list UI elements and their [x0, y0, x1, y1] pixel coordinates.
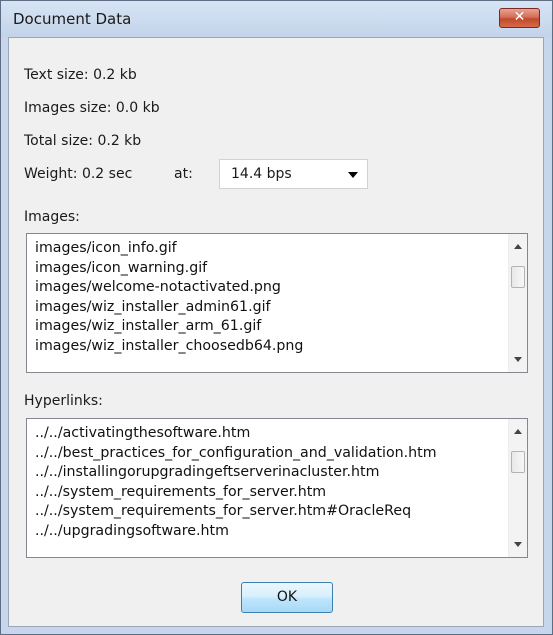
- images-scrollbar[interactable]: [508, 234, 527, 372]
- close-button[interactable]: ✕: [499, 8, 540, 28]
- speed-select[interactable]: 14.4 bps: [219, 159, 368, 189]
- scroll-thumb[interactable]: [511, 451, 525, 473]
- close-icon: ✕: [513, 9, 526, 25]
- hyperlinks-scrollbar[interactable]: [508, 419, 527, 557]
- at-label: at:: [174, 166, 193, 182]
- dialog-title: Document Data: [13, 10, 132, 28]
- text-size-label: Text size: 0.2 kb: [24, 67, 137, 83]
- images-list[interactable]: images/icon_info.gif images/icon_warning…: [26, 233, 528, 373]
- list-item[interactable]: ../../best_practices_for_configuration_a…: [35, 444, 502, 464]
- list-item[interactable]: ../../system_requirements_for_server.htm…: [35, 502, 502, 522]
- images-label: Images:: [24, 209, 80, 225]
- scroll-down-icon[interactable]: [514, 357, 522, 362]
- list-item[interactable]: ../../installingorupgradingeftserverinac…: [35, 463, 502, 483]
- chevron-down-icon[interactable]: [348, 172, 358, 178]
- list-item[interactable]: images/wiz_installer_choosedb64.png: [35, 337, 502, 357]
- dialog-content: Text size: 0.2 kb Images size: 0.0 kb To…: [8, 37, 544, 627]
- scroll-down-icon[interactable]: [514, 542, 522, 547]
- list-item[interactable]: images/icon_warning.gif: [35, 259, 502, 279]
- images-size-label: Images size: 0.0 kb: [24, 100, 160, 116]
- total-size-label: Total size: 0.2 kb: [24, 133, 142, 149]
- list-item[interactable]: images/icon_info.gif: [35, 239, 502, 259]
- weight-label: Weight: 0.2 sec: [24, 166, 133, 182]
- list-item[interactable]: ../../system_requirements_for_server.htm: [35, 483, 502, 503]
- document-data-dialog: Document Data ✕ Text size: 0.2 kb Images…: [0, 0, 553, 635]
- list-item[interactable]: images/wiz_installer_arm_61.gif: [35, 317, 502, 337]
- scroll-thumb[interactable]: [511, 266, 525, 288]
- speed-select-value: 14.4 bps: [231, 166, 292, 182]
- ok-button-label: OK: [276, 589, 298, 605]
- scroll-up-icon[interactable]: [514, 429, 522, 434]
- title-bar[interactable]: Document Data ✕: [1, 1, 552, 37]
- list-item[interactable]: images/welcome-notactivated.png: [35, 278, 502, 298]
- list-item[interactable]: ../../upgradingsoftware.htm: [35, 522, 502, 542]
- list-item[interactable]: ../../activatingthesoftware.htm: [35, 424, 502, 444]
- scroll-up-icon[interactable]: [514, 244, 522, 249]
- list-item[interactable]: images/wiz_installer_admin61.gif: [35, 298, 502, 318]
- hyperlinks-label: Hyperlinks:: [24, 393, 103, 409]
- ok-button[interactable]: OK: [241, 582, 333, 613]
- hyperlinks-list[interactable]: ../../activatingthesoftware.htm ../../be…: [26, 418, 528, 558]
